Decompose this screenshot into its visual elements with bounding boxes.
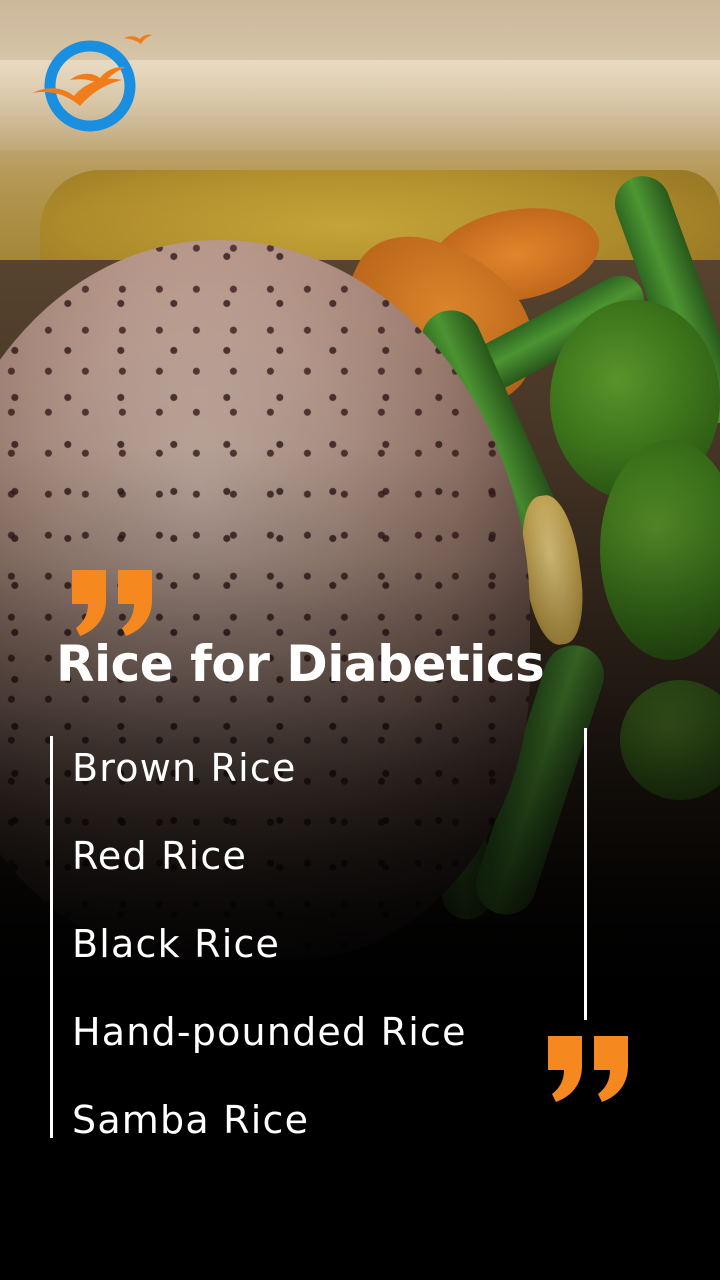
- list-item: Samba Rice: [72, 1098, 310, 1142]
- logo-bird-medium: [70, 66, 126, 86]
- left-divider-line: [50, 736, 53, 1138]
- list-item: Brown Rice: [72, 746, 297, 790]
- list-item: Hand-pounded Rice: [72, 1010, 467, 1054]
- closing-quote-icon: [548, 1036, 628, 1102]
- logo-bird-small: [124, 34, 152, 44]
- list-item: Black Rice: [72, 922, 281, 966]
- list-item: Red Rice: [72, 834, 248, 878]
- brand-logo: [32, 34, 152, 132]
- right-divider-line: [584, 728, 587, 1020]
- opening-quote-icon: [72, 570, 152, 636]
- rice-list: Brown Rice Red Rice Black Rice Hand-poun…: [72, 742, 467, 1182]
- poster: Rice for Diabetics Brown Rice Red Rice B…: [0, 0, 720, 1280]
- page-title: Rice for Diabetics: [56, 635, 545, 693]
